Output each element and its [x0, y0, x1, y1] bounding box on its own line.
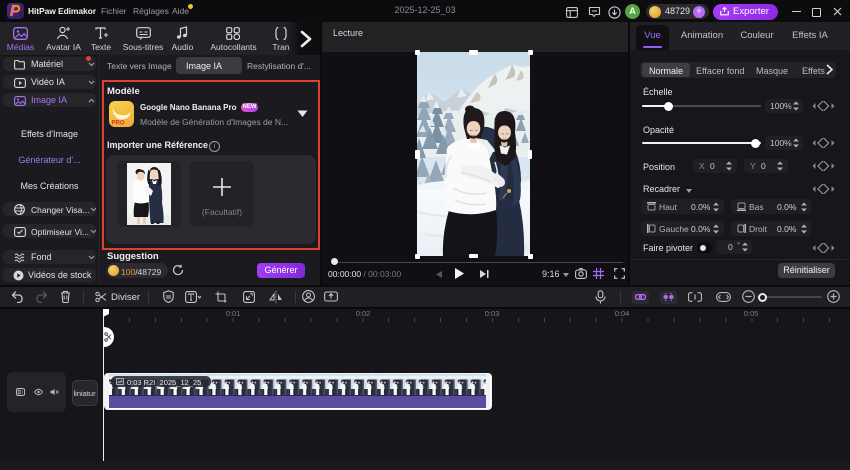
- svg-text:PRO: PRO: [111, 121, 124, 127]
